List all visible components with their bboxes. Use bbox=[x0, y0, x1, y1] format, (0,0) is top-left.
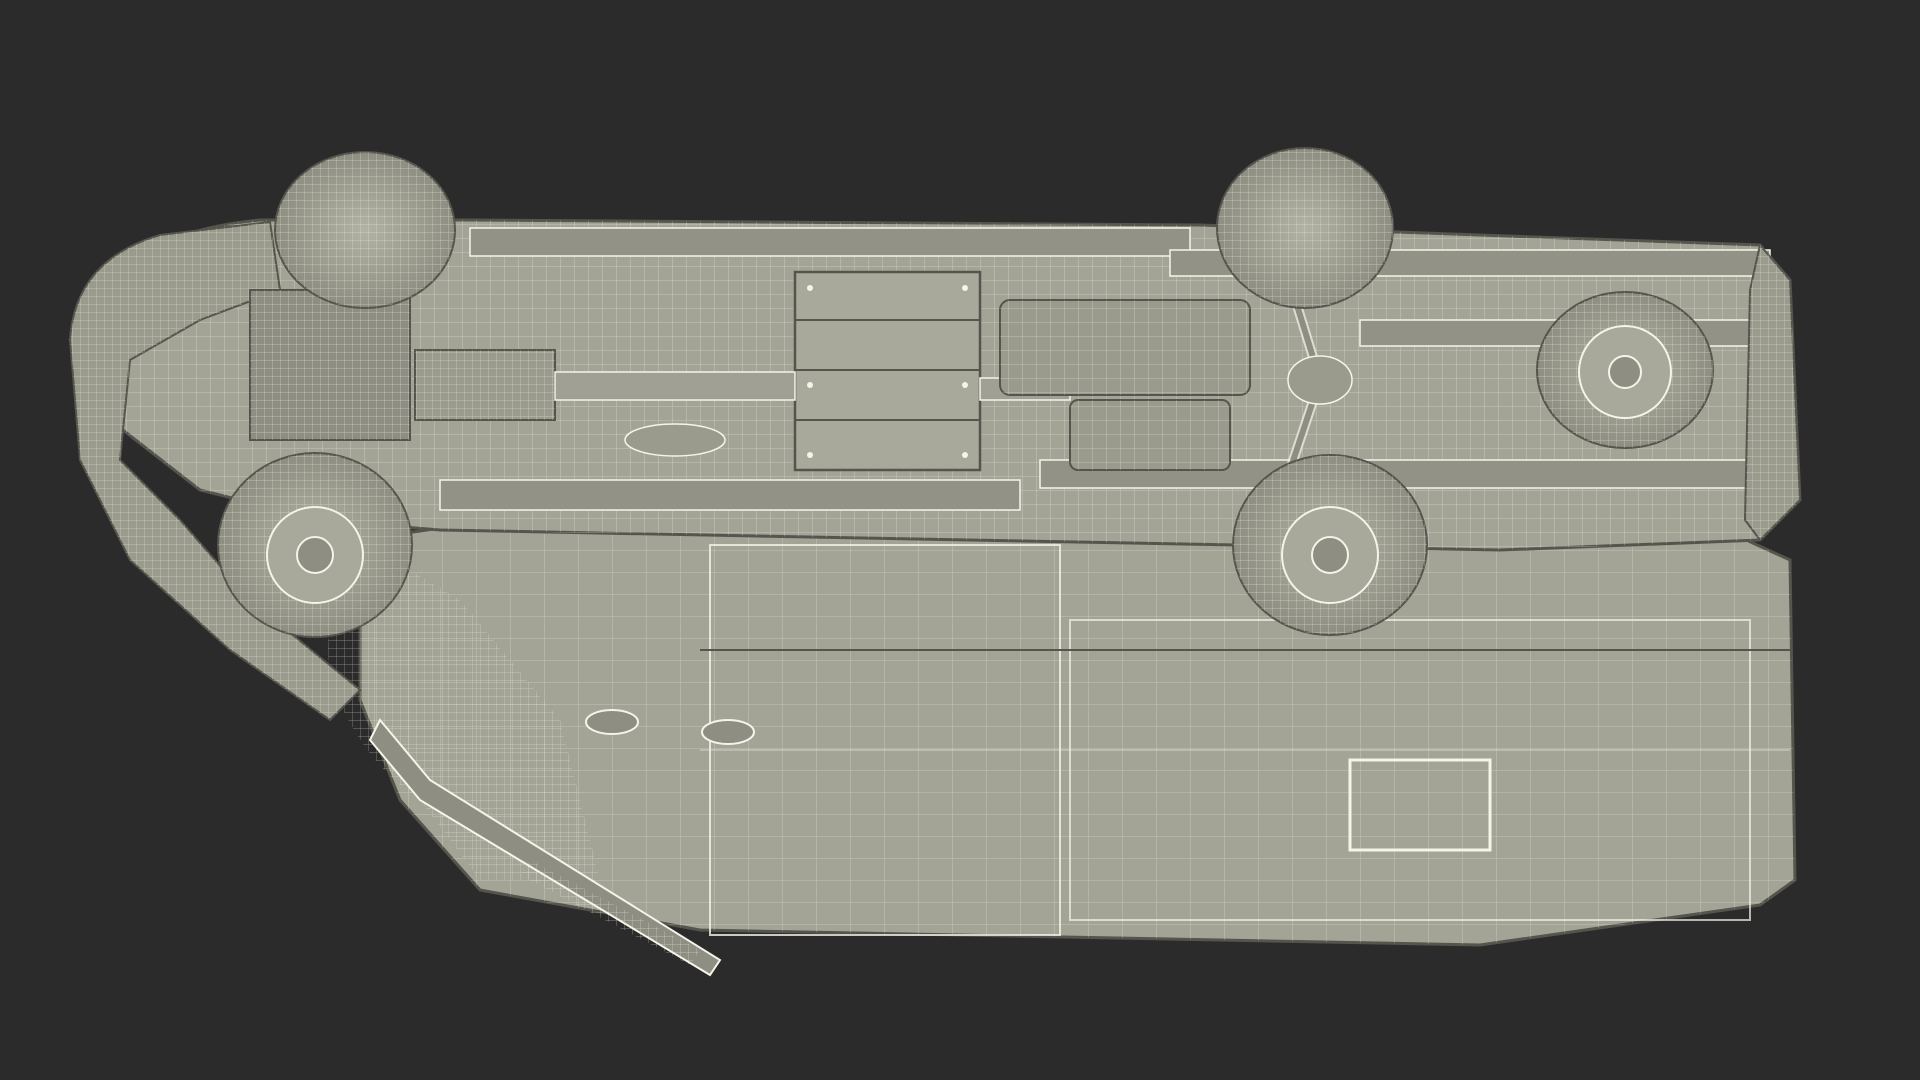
roof-vent bbox=[701, 719, 755, 745]
front-wheel-lower bbox=[217, 452, 413, 638]
spare-wheel bbox=[1536, 291, 1714, 449]
rear-wheel-upper bbox=[1216, 147, 1394, 309]
van-wireframe-render bbox=[0, 0, 1920, 1080]
floor-plate bbox=[793, 270, 982, 472]
front-wheel-upper bbox=[274, 151, 456, 309]
rear-wheel-lower bbox=[1232, 454, 1428, 636]
fuel-cap bbox=[585, 709, 639, 735]
